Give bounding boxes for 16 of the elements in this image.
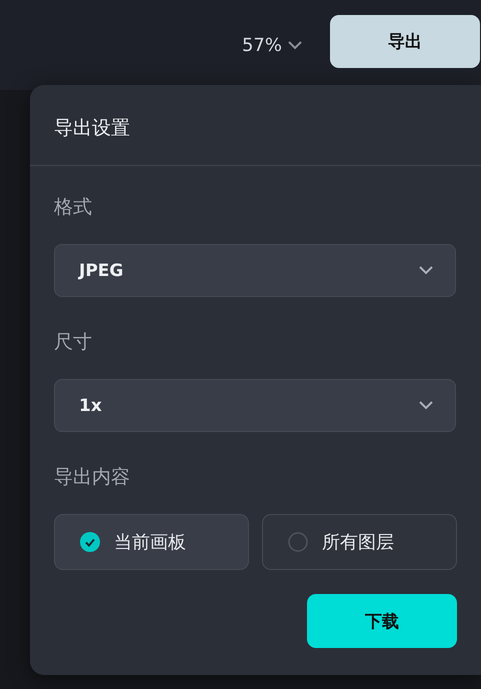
chevron-down-icon: [419, 266, 433, 275]
zoom-dropdown[interactable]: 57%: [238, 30, 306, 60]
field-label: 尺寸: [54, 330, 93, 355]
chevron-down-icon: [288, 40, 302, 50]
select-field[interactable]: JPEG: [54, 244, 456, 297]
panel-title: 导出设置: [30, 85, 481, 166]
field-label: 导出内容: [54, 465, 131, 490]
radio-option[interactable]: 当前画板: [54, 514, 249, 570]
radio-checked-icon: [80, 532, 100, 552]
radio-option[interactable]: 所有图层: [262, 514, 457, 570]
download-button[interactable]: 下载: [307, 594, 457, 648]
field-label: 格式: [54, 195, 93, 220]
radio-unchecked-icon: [288, 532, 308, 552]
select-field[interactable]: 1x: [54, 379, 456, 432]
chevron-down-icon: [419, 401, 433, 410]
export-button[interactable]: 导出: [330, 14, 480, 68]
